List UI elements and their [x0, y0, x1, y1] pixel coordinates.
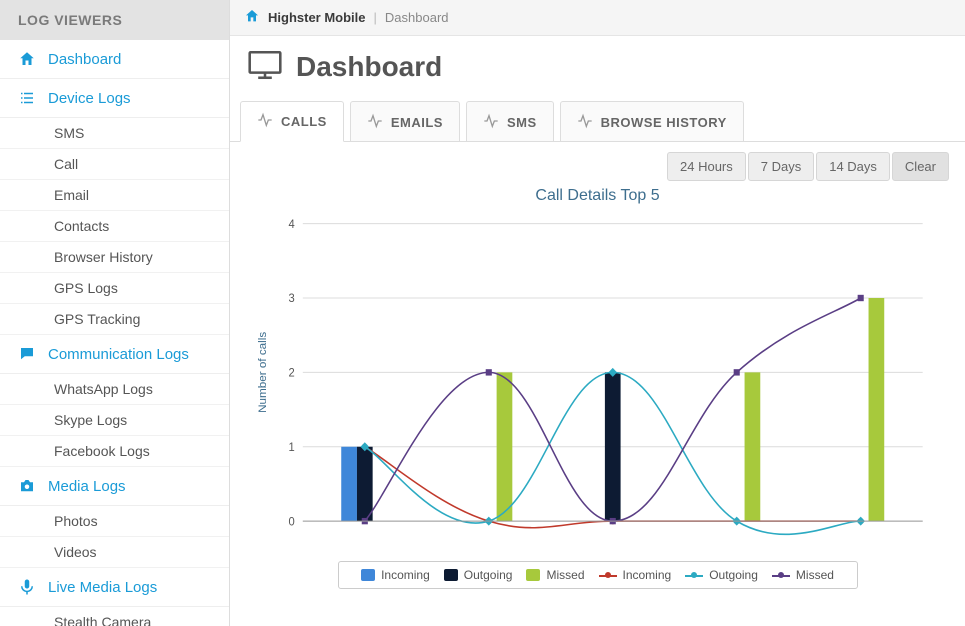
tabs: CALLS EMAILS SMS BROWSE HISTORY — [230, 101, 965, 142]
main: Highster Mobile | Dashboard Dashboard CA… — [230, 0, 965, 626]
pulse-icon — [367, 113, 383, 132]
sidebar-item-sms[interactable]: SMS — [0, 118, 229, 149]
sidebar-item-call[interactable]: Call — [0, 149, 229, 180]
legend-label: Incoming — [623, 568, 672, 582]
svg-text:2: 2 — [288, 367, 294, 379]
sidebar-group-label: Live Media Logs — [48, 579, 157, 596]
tab-emails[interactable]: EMAILS — [350, 101, 460, 142]
legend-label: Missed — [546, 568, 584, 582]
breadcrumb-primary[interactable]: Highster Mobile — [268, 10, 366, 25]
chart-legend: Incoming Outgoing Missed Incoming Outgoing Mi… — [338, 561, 858, 589]
chart-container: 0 1 2 3 4 Number of calls — [246, 213, 949, 553]
legend-item[interactable]: Missed — [526, 568, 584, 582]
tab-browse-history[interactable]: BROWSE HISTORY — [560, 101, 744, 142]
sidebar-nav: Dashboard Device Logs SMSCallEmailContacts… — [0, 40, 229, 626]
range-7-days[interactable]: 7 Days — [748, 152, 814, 181]
svg-text:1: 1 — [288, 442, 294, 454]
legend-item[interactable]: Outgoing — [685, 568, 758, 582]
sidebar-group-media-logs[interactable]: Media Logs — [0, 467, 229, 506]
sidebar-item-contacts[interactable]: Contacts — [0, 211, 229, 242]
monitor-icon — [248, 50, 282, 83]
range-buttons: 24 Hours7 Days14 DaysClear — [246, 152, 949, 181]
sidebar-item-whatsapp-logs[interactable]: WhatsApp Logs — [0, 374, 229, 405]
legend-swatch — [444, 569, 458, 581]
sidebar-item-gps-logs[interactable]: GPS Logs — [0, 273, 229, 304]
range-14-days[interactable]: 14 Days — [816, 152, 890, 181]
pulse-icon — [577, 113, 593, 132]
svg-text:4: 4 — [288, 219, 295, 231]
sidebar-item-email[interactable]: Email — [0, 180, 229, 211]
sidebar-item-videos[interactable]: Videos — [0, 537, 229, 568]
camera-icon — [18, 477, 36, 495]
tab-label: CALLS — [281, 114, 327, 129]
legend-swatch — [599, 571, 617, 579]
sidebar-group-label: Media Logs — [48, 478, 126, 495]
list-icon — [18, 89, 36, 107]
breadcrumb-secondary[interactable]: Dashboard — [385, 10, 449, 25]
sidebar-header: LOG VIEWERS — [0, 0, 229, 40]
sidebar-group-label: Device Logs — [48, 90, 131, 107]
range-clear[interactable]: Clear — [892, 152, 949, 181]
legend-item[interactable]: Missed — [772, 568, 834, 582]
svg-text:0: 0 — [288, 516, 294, 528]
tab-calls[interactable]: CALLS — [240, 101, 344, 142]
legend-item[interactable]: Incoming — [599, 568, 672, 582]
legend-item[interactable]: Outgoing — [444, 568, 513, 582]
sidebar-group-communication-logs[interactable]: Communication Logs — [0, 335, 229, 374]
tab-label: BROWSE HISTORY — [601, 115, 727, 130]
range-24-hours[interactable]: 24 Hours — [667, 152, 746, 181]
legend-swatch — [685, 571, 703, 579]
legend-swatch — [772, 571, 790, 579]
tab-label: SMS — [507, 115, 537, 130]
sidebar-item-stealth-camera[interactable]: Stealth Camera — [0, 607, 229, 626]
home-icon[interactable] — [244, 8, 260, 27]
mic-icon — [18, 578, 36, 596]
chart-title: Call Details Top 5 — [246, 187, 949, 205]
legend-label: Outgoing — [464, 568, 513, 582]
breadcrumb-separator: | — [374, 10, 377, 25]
page-title-row: Dashboard — [230, 36, 965, 101]
pulse-icon — [483, 113, 499, 132]
legend-label: Missed — [796, 568, 834, 582]
svg-text:3: 3 — [288, 293, 294, 305]
pulse-icon — [257, 112, 273, 131]
sidebar-item-photos[interactable]: Photos — [0, 506, 229, 537]
sidebar-group-label: Dashboard — [48, 51, 121, 68]
legend-item[interactable]: Incoming — [361, 568, 430, 582]
sidebar-item-facebook-logs[interactable]: Facebook Logs — [0, 436, 229, 467]
sidebar-item-skype-logs[interactable]: Skype Logs — [0, 405, 229, 436]
sidebar: LOG VIEWERS Dashboard Device Logs SMSCallE… — [0, 0, 230, 626]
sidebar-group-live-media-logs[interactable]: Live Media Logs — [0, 568, 229, 607]
sidebar-item-gps-tracking[interactable]: GPS Tracking — [0, 304, 229, 335]
tab-label: EMAILS — [391, 115, 443, 130]
legend-label: Outgoing — [709, 568, 758, 582]
breadcrumb: Highster Mobile | Dashboard — [230, 0, 965, 36]
sidebar-item-browser-history[interactable]: Browser History — [0, 242, 229, 273]
sidebar-group-device-logs[interactable]: Device Logs — [0, 79, 229, 118]
call-details-chart: 0 1 2 3 4 Number of calls — [252, 213, 943, 553]
svg-text:Number of calls: Number of calls — [257, 332, 269, 413]
sidebar-group-dashboard[interactable]: Dashboard — [0, 40, 229, 79]
legend-swatch — [361, 569, 375, 581]
page-title: Dashboard — [296, 51, 442, 83]
tab-sms[interactable]: SMS — [466, 101, 554, 142]
sidebar-group-label: Communication Logs — [48, 346, 189, 363]
chat-icon — [18, 345, 36, 363]
home-icon — [18, 50, 36, 68]
legend-label: Incoming — [381, 568, 430, 582]
legend-swatch — [526, 569, 540, 581]
dashboard-panel: 24 Hours7 Days14 DaysClear Call Details … — [230, 141, 965, 605]
